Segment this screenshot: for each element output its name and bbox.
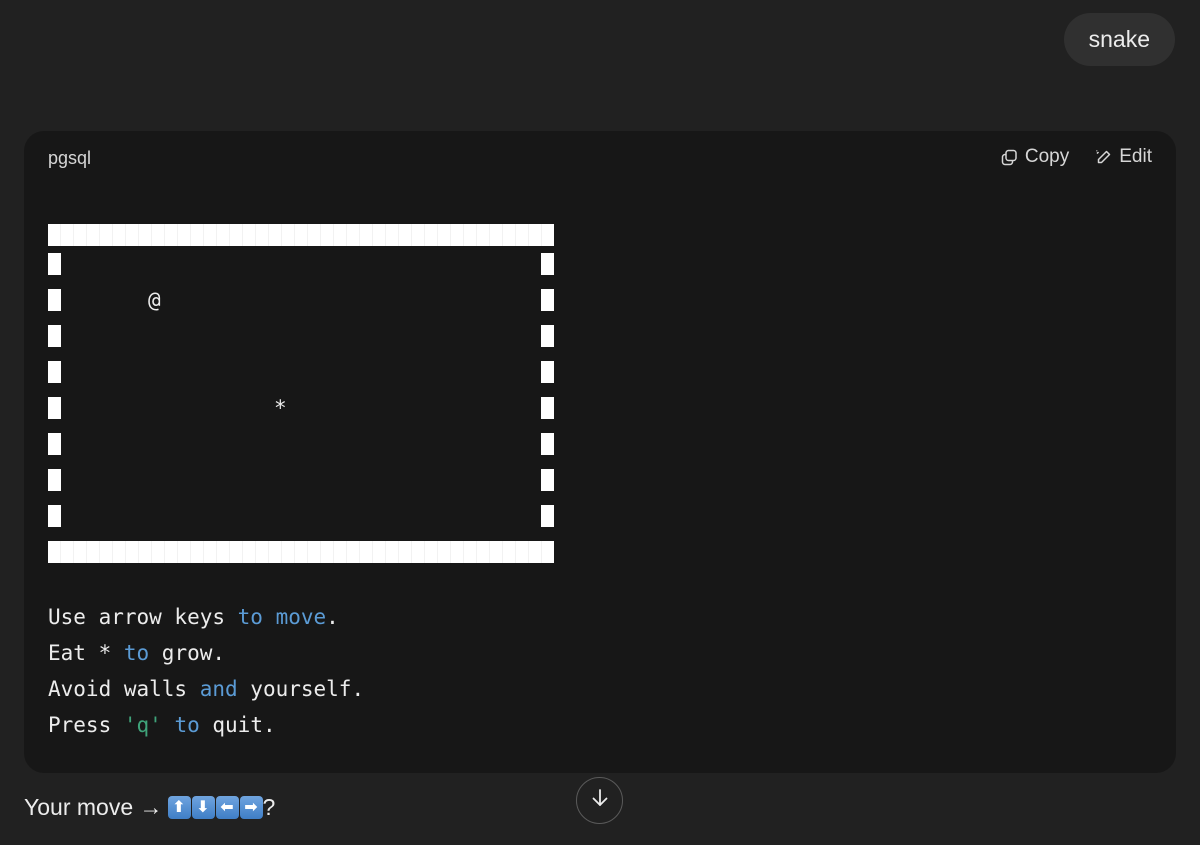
- code-token: and: [199, 677, 238, 701]
- arrow-right-key-icon: ➡: [239, 795, 263, 819]
- board-row: [48, 498, 554, 534]
- wall-block: [48, 505, 61, 527]
- code-token: quit.: [199, 713, 276, 737]
- board-row: *: [48, 390, 554, 426]
- code-block: pgsql Copy Edit @ * Use arrow keys to mo…: [24, 131, 1176, 773]
- board-row: [48, 462, 554, 498]
- arrow-up-key-icon: ⬆: [167, 795, 191, 819]
- edit-label: Edit: [1119, 146, 1152, 167]
- wall-block: [48, 253, 61, 275]
- wall-block: [48, 469, 61, 491]
- board-bottom-wall: [48, 541, 554, 563]
- scroll-down-button[interactable]: [576, 777, 623, 824]
- instruction-line: Press 'q' to quit.: [48, 707, 554, 743]
- reply-text: Your move →: [24, 793, 163, 820]
- board-row: [48, 246, 554, 282]
- wall-block: [541, 433, 554, 455]
- arrow-left-key-icon: ⬅: [215, 795, 239, 819]
- board-row: [48, 318, 554, 354]
- wall-block: [48, 325, 61, 347]
- wall-block: [541, 397, 554, 419]
- instruction-line: Eat * to grow.: [48, 635, 554, 671]
- code-actions: Copy Edit: [1001, 146, 1152, 168]
- wall-block: [48, 397, 61, 419]
- assistant-reply: Your move → ⬆ ⬇ ⬅ ➡ ?: [24, 790, 275, 824]
- food-item: *: [274, 396, 287, 420]
- edit-button[interactable]: Edit: [1095, 146, 1152, 168]
- code-token: Eat *: [48, 641, 124, 665]
- board-row: @: [48, 282, 554, 318]
- code-token: 'q': [123, 713, 162, 737]
- code-token: Use arrow keys: [48, 605, 238, 629]
- copy-button[interactable]: Copy: [1001, 146, 1069, 168]
- user-message-bubble: snake: [1063, 13, 1175, 66]
- code-token: Avoid walls: [48, 677, 200, 701]
- board-top-wall: [48, 224, 554, 246]
- copy-icon: [1001, 149, 1018, 166]
- chat-page: snake pgsql Copy Edit @ * Use arrow keys…: [0, 0, 1200, 845]
- board-row: [48, 426, 554, 462]
- code-token: to: [123, 641, 150, 665]
- instructions: Use arrow keys to move. Eat * to grow. Avo…: [48, 599, 554, 743]
- code-token: grow.: [149, 641, 226, 665]
- snake-head: @: [148, 288, 161, 312]
- arrow-down-icon: [589, 787, 611, 814]
- edit-icon: [1095, 149, 1112, 166]
- wall-block: [48, 361, 61, 383]
- wall-block: [541, 505, 554, 527]
- code-token: to: [174, 713, 200, 737]
- user-message-text: snake: [1088, 26, 1150, 52]
- game-board: @ *: [48, 246, 554, 534]
- board-row: [48, 354, 554, 390]
- code-token: to move: [237, 605, 327, 629]
- wall-block: [48, 289, 61, 311]
- instruction-line: Use arrow keys to move.: [48, 599, 554, 635]
- code-token: .: [326, 605, 339, 629]
- arrow-keys: ⬆ ⬇ ⬅ ➡: [167, 795, 263, 819]
- code-token: yourself.: [237, 677, 365, 701]
- code-body: @ * Use arrow keys to move. Eat * to grow.…: [48, 217, 554, 743]
- copy-label: Copy: [1024, 146, 1070, 167]
- wall-block: [541, 361, 554, 383]
- wall-block: [48, 433, 61, 455]
- code-token: Press: [48, 713, 124, 737]
- arrow-down-key-icon: ⬇: [191, 795, 215, 819]
- reply-suffix: ?: [262, 793, 276, 820]
- wall-block: [541, 253, 554, 275]
- wall-block: [541, 289, 554, 311]
- instruction-line: Avoid walls and yourself.: [48, 671, 554, 707]
- code-header: pgsql Copy Edit: [24, 131, 1176, 185]
- wall-block: [541, 469, 554, 491]
- wall-block: [541, 325, 554, 347]
- code-language-label: pgsql: [48, 148, 92, 168]
